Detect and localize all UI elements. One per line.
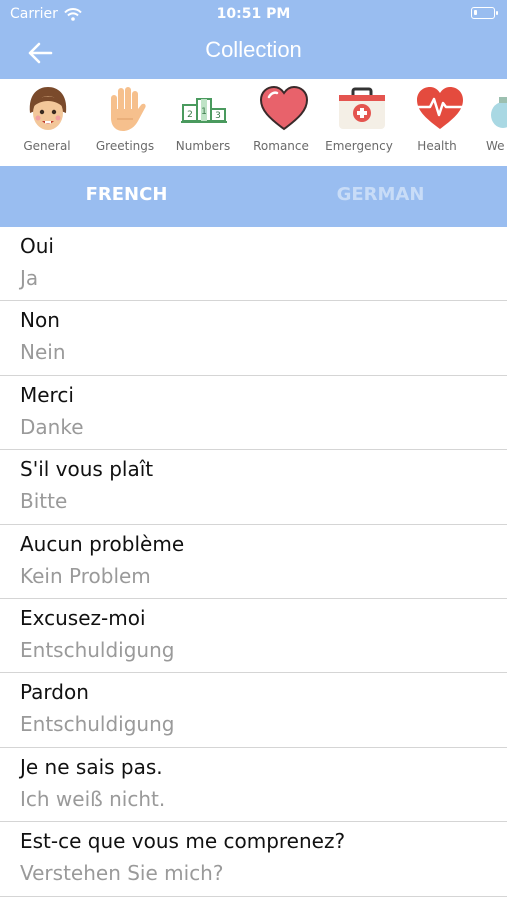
category-health[interactable]: Health [399,79,475,166]
list-item[interactable]: Excusez-moi Entschuldigung [0,599,507,674]
list-item[interactable]: Merci Danke [0,376,507,451]
category-numbers[interactable]: 1 2 3 Numbers [165,79,241,166]
status-time: 10:51 PM [216,6,291,22]
category-label: We [486,139,505,153]
category-romance[interactable]: Romance [243,79,319,166]
list-item[interactable]: Est-ce que vous me comprenez? Verstehen … [0,822,507,897]
category-general[interactable]: General [9,79,85,166]
phrase-source: Aucun problème [20,531,185,556]
phrase-translation: Ja [20,266,39,290]
category-label: Greetings [95,139,155,153]
svg-text:1: 1 [201,107,207,117]
status-bar: Carrier 10:51 PM [0,0,507,28]
phrase-list: Oui Ja Non Nein Merci Danke S'il vous pl… [0,227,507,897]
category-label: Numbers [175,139,231,153]
category-greetings[interactable]: Greetings [87,79,163,166]
heart-icon [259,85,309,131]
phrase-translation: Ich weiß nicht. [20,786,166,811]
face-icon [29,87,67,130]
phrase-source: Je ne sais pas. [20,754,163,779]
language-tabs: FRENCH GERMAN [0,166,507,227]
tab-german[interactable]: GERMAN [254,166,507,227]
phrase-source: Oui [20,234,54,258]
phrase-source: Est-ce que vous me comprenez? [20,829,346,854]
first-aid-kit-icon [339,87,385,129]
phrase-source: Pardon [20,680,89,705]
page-title: Collection [205,37,302,62]
list-item[interactable]: Oui Ja [0,227,507,302]
phrase-translation: Nein [20,340,66,365]
heartbeat-icon [417,87,463,129]
category-label: Emergency [325,139,393,153]
phrase-source: Excusez-moi [20,605,146,630]
phrase-translation: Verstehen Sie mich? [20,861,224,886]
top-bar: Carrier 10:51 PM Collection [0,0,507,79]
phrase-translation: Bitte [20,489,68,514]
svg-text:2: 2 [187,110,193,120]
phrase-translation: Entschuldigung [20,712,175,737]
nav-bar: Collection [0,28,507,79]
list-item[interactable]: Pardon Entschuldigung [0,673,507,748]
svg-text:3: 3 [215,111,221,121]
phrase-source: Merci [20,382,74,407]
battery-icon [471,7,498,19]
phrase-translation: Kein Problem [20,563,151,588]
category-emergency[interactable]: Emergency [321,79,397,166]
list-item[interactable]: Non Nein [0,301,507,376]
category-label: Romance [253,139,309,153]
category-label: Health [417,139,457,153]
list-item[interactable]: S'il vous plaît Bitte [0,450,507,525]
category-strip[interactable]: General Greetings 1 2 3 Numbers Romance … [0,79,507,166]
partial-icon [491,97,507,128]
phrase-source: S'il vous plaît [20,457,154,482]
phrase-translation: Entschuldigung [20,637,175,662]
category-partial[interactable]: We [477,79,507,166]
hand-icon [111,87,146,131]
list-item[interactable]: Aucun problème Kein Problem [0,525,507,599]
category-label: General [23,139,71,153]
phrase-translation: Danke [20,414,84,439]
list-item[interactable]: Je ne sais pas. Ich weiß nicht. [0,748,507,823]
podium-icon: 1 2 3 [181,98,227,123]
tab-french[interactable]: FRENCH [0,166,253,227]
phrase-source: Non [20,308,60,333]
